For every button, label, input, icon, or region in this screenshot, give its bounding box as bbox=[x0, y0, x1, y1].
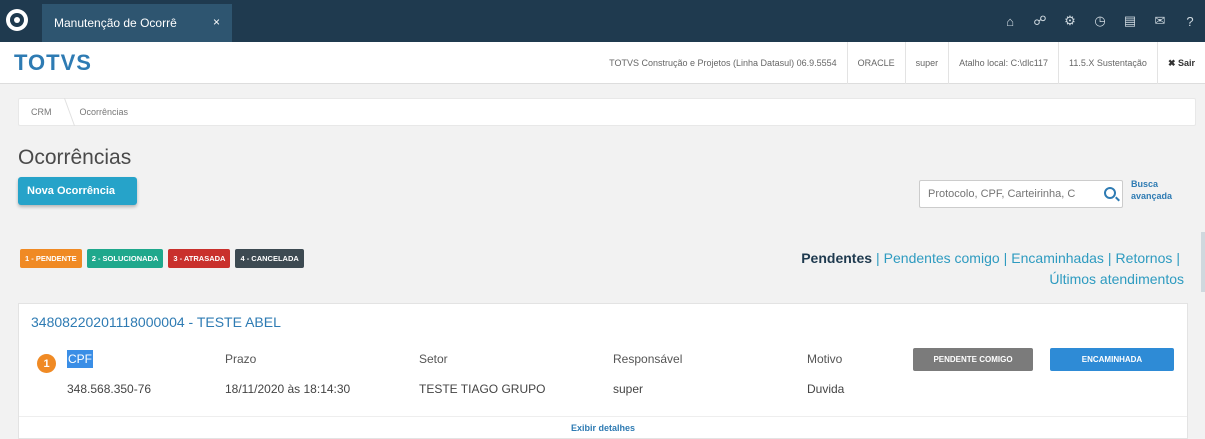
occurrence-filters: Pendentes | Pendentes comigo | Encaminhadas |… bbox=[720, 248, 1184, 290]
filter-pendentes[interactable]: Pendentes bbox=[801, 250, 872, 266]
network-icon[interactable]: ☍ bbox=[1025, 0, 1055, 42]
top-navigation-bar: Manutenção de Ocorrê × ⌂ ☍ ⚙ ◷ ▤ ✉ ? bbox=[0, 0, 1205, 42]
legend-pendente: 1 - PENDENTE bbox=[20, 249, 82, 268]
gear-icon[interactable]: ⚙ bbox=[1055, 0, 1085, 42]
legend-solucionada: 2 - SOLUCIONADA bbox=[86, 249, 164, 268]
database-info: ORACLE bbox=[846, 42, 905, 84]
breadcrumb-separator bbox=[54, 98, 75, 126]
brand-logo: TOTVS bbox=[14, 50, 92, 75]
show-details-link[interactable]: Exibir detalhes bbox=[19, 416, 1187, 439]
system-info: TOTVS Construção e Projetos (Linha Datas… bbox=[599, 42, 1205, 84]
new-occurrence-button[interactable]: Nova Ocorrência bbox=[18, 177, 137, 205]
value-prazo: 18/11/2020 às 18:14:30 bbox=[225, 382, 351, 396]
occurrence-title[interactable]: 34808220201118000004 - TESTE ABEL bbox=[31, 314, 281, 330]
tab-manutencao-ocorrencias[interactable]: Manutenção de Ocorrê × bbox=[42, 4, 232, 42]
status-legend: 1 - PENDENTE 2 - SOLUCIONADA 3 - ATRASAD… bbox=[20, 249, 304, 268]
filter-separator: | bbox=[876, 250, 880, 266]
breadcrumb: CRM Ocorrências bbox=[18, 98, 1196, 126]
company-info: TOTVS Construção e Projetos (Linha Datas… bbox=[609, 58, 837, 68]
value-motivo: Duvida bbox=[807, 382, 845, 396]
legend-atrasada: 3 - ATRASADA bbox=[168, 249, 231, 268]
header-prazo: Prazo bbox=[225, 352, 257, 366]
breadcrumb-crm[interactable]: CRM bbox=[31, 107, 52, 117]
search-input[interactable] bbox=[928, 181, 1098, 207]
advanced-search-link[interactable]: Busca avançada bbox=[1131, 178, 1191, 202]
pendente-comigo-button[interactable]: PENDENTE COMIGO bbox=[913, 348, 1033, 371]
encaminhada-button[interactable]: ENCAMINHADA bbox=[1050, 348, 1174, 371]
filter-pendentes-comigo[interactable]: Pendentes comigo bbox=[884, 250, 1000, 266]
search-icon[interactable] bbox=[1104, 187, 1116, 199]
search-box bbox=[919, 180, 1123, 208]
header-cpf-text: CPF bbox=[67, 350, 93, 368]
breadcrumb-current: Ocorrências bbox=[79, 107, 129, 117]
scrollbar[interactable] bbox=[1201, 232, 1205, 292]
clock-icon[interactable]: ◷ bbox=[1085, 0, 1115, 42]
status-number-badge: 1 bbox=[37, 354, 56, 373]
filter-separator: | bbox=[1107, 250, 1112, 266]
header-responsavel: Responsável bbox=[613, 352, 683, 366]
value-responsavel: super bbox=[613, 382, 644, 396]
header-cpf: CPF bbox=[67, 350, 93, 368]
home-icon[interactable]: ⌂ bbox=[995, 0, 1025, 42]
close-icon[interactable]: × bbox=[213, 15, 220, 29]
totvs-logo-icon[interactable] bbox=[6, 9, 28, 31]
tab-label: Manutenção de Ocorrê bbox=[54, 16, 177, 30]
filter-ultimos-atendimentos[interactable]: Últimos atendimentos bbox=[1049, 271, 1184, 287]
header-motivo: Motivo bbox=[807, 352, 843, 366]
logout-button[interactable]: ✖ Sair bbox=[1156, 42, 1205, 84]
filter-encaminhadas[interactable]: Encaminhadas bbox=[1011, 250, 1104, 266]
filter-separator: | bbox=[1176, 250, 1180, 266]
occurrence-card: 34808220201118000004 - TESTE ABEL 1 CPF … bbox=[18, 303, 1188, 439]
header-setor: Setor bbox=[419, 352, 448, 366]
version-info: 11.5.X Sustentação bbox=[1058, 42, 1157, 84]
shortcut-info: Atalho local: C:\dlc117 bbox=[948, 42, 1058, 84]
document-icon[interactable]: ▤ bbox=[1115, 0, 1145, 42]
filter-separator: | bbox=[1003, 250, 1008, 266]
help-icon[interactable]: ? bbox=[1175, 0, 1205, 42]
topbar-icons: ⌂ ☍ ⚙ ◷ ▤ ✉ ? bbox=[995, 0, 1205, 42]
filter-retornos[interactable]: Retornos bbox=[1116, 250, 1173, 266]
system-info-bar: TOTVS TOTVS Construção e Projetos (Linha… bbox=[0, 42, 1205, 84]
user-info[interactable]: super bbox=[904, 42, 949, 84]
mail-icon[interactable]: ✉ bbox=[1145, 0, 1175, 42]
value-setor: TESTE TIAGO GRUPO bbox=[419, 382, 546, 396]
page-title: Ocorrências bbox=[18, 146, 132, 169]
legend-cancelada: 4 - CANCELADA bbox=[235, 249, 304, 268]
value-cpf: 348.568.350-76 bbox=[67, 382, 152, 396]
